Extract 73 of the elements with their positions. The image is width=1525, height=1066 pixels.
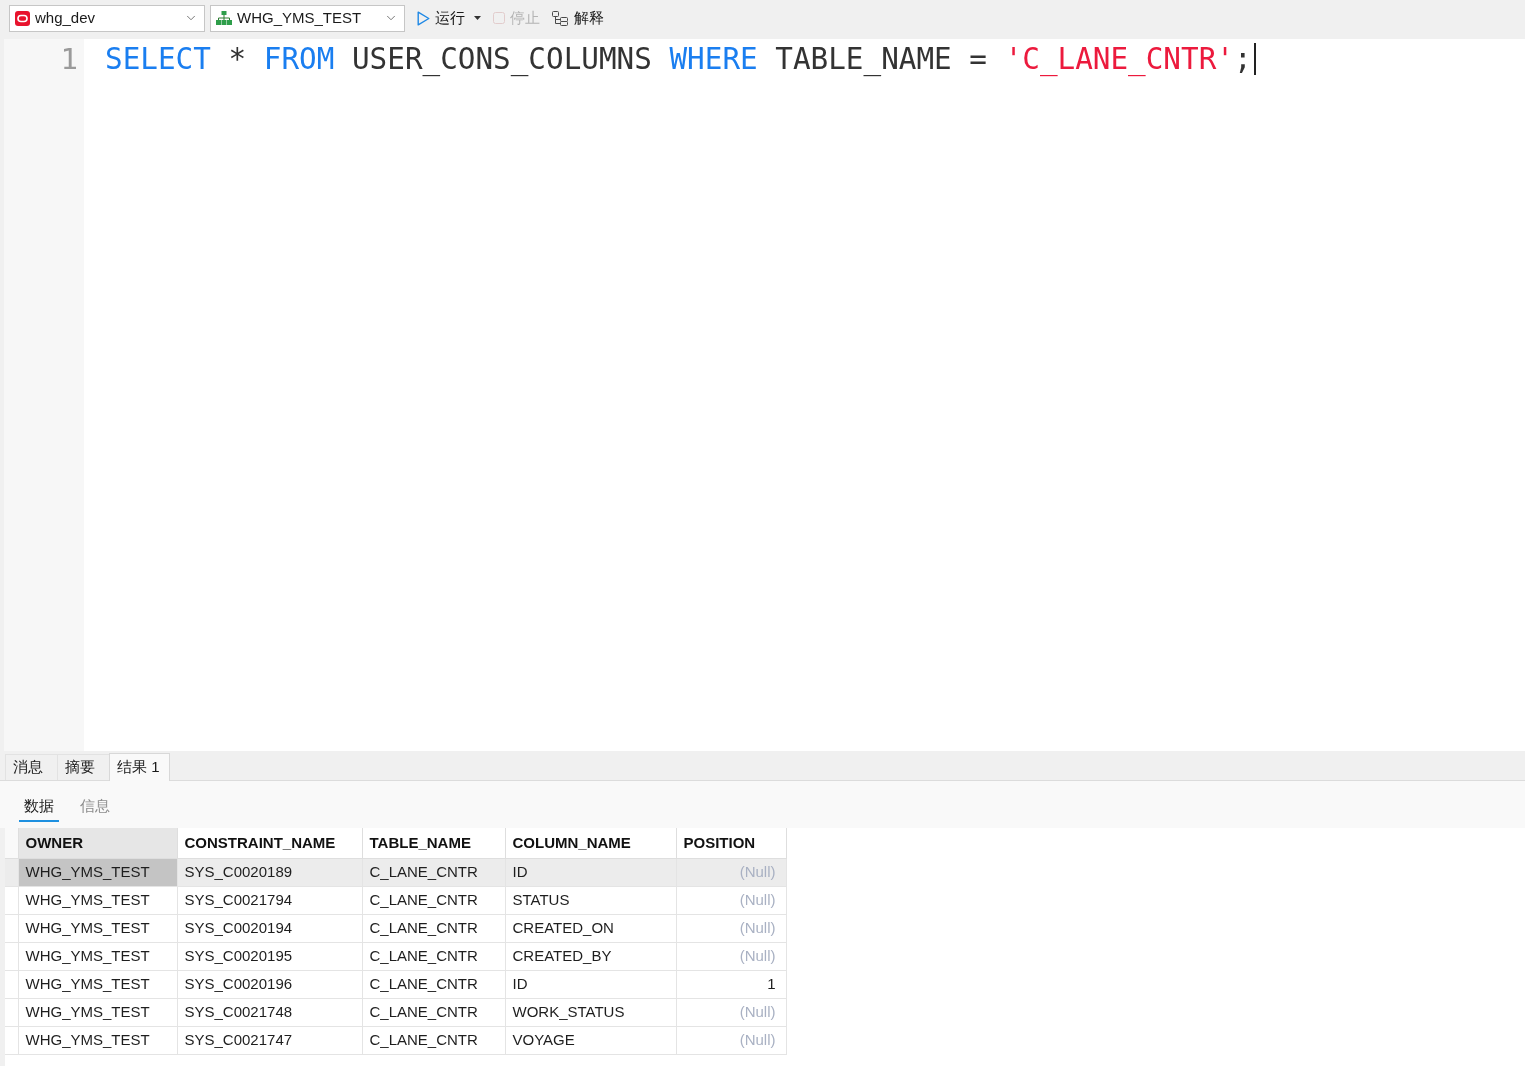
caret-down-icon xyxy=(474,16,481,20)
explain-button[interactable]: 解释 xyxy=(548,4,608,32)
table-cell: SYS_C0021748 xyxy=(177,998,362,1026)
run-button[interactable]: 运行 xyxy=(413,4,485,32)
table-cell: (Null) xyxy=(676,942,786,970)
table-row[interactable]: WHG_YMS_TEST SYS_C0021747 C_LANE_CNTR VOYAGE (Null) xyxy=(5,1026,786,1054)
code-editor[interactable]: SELECT * FROM USER_CONS_COLUMNS WHERE TABLE_NAME = 'C_LANE_CNTR'; xyxy=(84,39,1525,751)
table-cell: SYS_C0021747 xyxy=(177,1026,362,1054)
explain-plan-icon xyxy=(552,10,569,26)
table-cell: C_LANE_CNTR xyxy=(362,858,505,886)
result-subtab[interactable]: 数据 xyxy=(19,794,59,822)
table-cell: C_LANE_CNTR xyxy=(362,914,505,942)
table-cell: SYS_C0020196 xyxy=(177,970,362,998)
table-cell: VOYAGE xyxy=(505,1026,676,1054)
table-cell: WHG_YMS_TEST xyxy=(18,970,177,998)
table-row[interactable]: WHG_YMS_TEST SYS_C0021794 C_LANE_CNTR STATUS (Null) xyxy=(5,886,786,914)
table-cell: C_LANE_CNTR xyxy=(362,970,505,998)
table-cell: 1 xyxy=(676,970,786,998)
result-tab[interactable]: 消息 xyxy=(5,754,57,780)
corner-header-cell[interactable] xyxy=(5,828,18,858)
line-number: 1 xyxy=(60,41,78,78)
table-cell: WHG_YMS_TEST xyxy=(18,914,177,942)
column-header[interactable]: CONSTRAINT_NAME xyxy=(177,828,362,858)
table-cell: (Null) xyxy=(676,886,786,914)
table-cell: (Null) xyxy=(676,858,786,886)
table-cell: SYS_C0021794 xyxy=(177,886,362,914)
row-header-cell[interactable] xyxy=(5,970,18,998)
play-icon xyxy=(417,10,430,26)
table-cell: WHG_YMS_TEST xyxy=(18,858,177,886)
table-cell: C_LANE_CNTR xyxy=(362,886,505,914)
table-cell: C_LANE_CNTR xyxy=(362,998,505,1026)
column-header[interactable]: POSITION xyxy=(676,828,786,858)
result-tab[interactable]: 摘要 xyxy=(57,754,109,780)
table-cell: WHG_YMS_TEST xyxy=(18,1026,177,1054)
table-cell: ID xyxy=(505,970,676,998)
row-header-cell[interactable] xyxy=(5,998,18,1026)
row-header-cell[interactable] xyxy=(5,942,18,970)
table-cell: WHG_YMS_TEST xyxy=(18,942,177,970)
row-header-cell[interactable] xyxy=(5,886,18,914)
table-cell: C_LANE_CNTR xyxy=(362,942,505,970)
row-header-cell[interactable] xyxy=(5,914,18,942)
table-row[interactable]: WHG_YMS_TEST SYS_C0020189 C_LANE_CNTR ID (Null) xyxy=(5,858,786,886)
table-cell: WHG_YMS_TEST xyxy=(18,886,177,914)
table-cell: WORK_STATUS xyxy=(505,998,676,1026)
table-cell: SYS_C0020189 xyxy=(177,858,362,886)
table-cell: WHG_YMS_TEST xyxy=(18,998,177,1026)
table-cell: STATUS xyxy=(505,886,676,914)
result-tab[interactable]: 结果 1 xyxy=(109,753,170,781)
table-cell: SYS_C0020194 xyxy=(177,914,362,942)
table-cell: (Null) xyxy=(676,998,786,1026)
row-header-cell[interactable] xyxy=(5,858,18,886)
table-row[interactable]: WHG_YMS_TEST SYS_C0020195 C_LANE_CNTR CREATED_BY (Null) xyxy=(5,942,786,970)
column-header[interactable]: COLUMN_NAME xyxy=(505,828,676,858)
sql-code-line: SELECT * FROM USER_CONS_COLUMNS WHERE TABLE_NAME = 'C_LANE_CNTR'; xyxy=(105,41,1252,79)
table-cell: (Null) xyxy=(676,914,786,942)
connection-select[interactable]: whg_dev xyxy=(9,4,205,32)
table-cell: CREATED_BY xyxy=(505,942,676,970)
table-cell: ID xyxy=(505,858,676,886)
table-row[interactable]: WHG_YMS_TEST SYS_C0021748 C_LANE_CNTR WORK_STATUS (Null) xyxy=(5,998,786,1026)
column-header[interactable]: OWNER xyxy=(18,828,177,858)
table-cell: CREATED_ON xyxy=(505,914,676,942)
row-header-cell[interactable] xyxy=(5,1026,18,1054)
schema-tree-icon xyxy=(216,11,232,25)
table-cell: C_LANE_CNTR xyxy=(362,1026,505,1054)
stop-square-icon xyxy=(493,12,505,24)
table-cell: SYS_C0020195 xyxy=(177,942,362,970)
table-cell: (Null) xyxy=(676,1026,786,1054)
table-row[interactable]: WHG_YMS_TEST SYS_C0020194 C_LANE_CNTR CREATED_ON (Null) xyxy=(5,914,786,942)
schema-select[interactable]: WHG_YMS_TEST xyxy=(210,4,405,32)
column-header[interactable]: TABLE_NAME xyxy=(362,828,505,858)
database-connection-icon xyxy=(15,10,30,26)
text-cursor-icon xyxy=(1253,43,1256,75)
table-row[interactable]: WHG_YMS_TEST SYS_C0020196 C_LANE_CNTR ID 1 xyxy=(5,970,786,998)
